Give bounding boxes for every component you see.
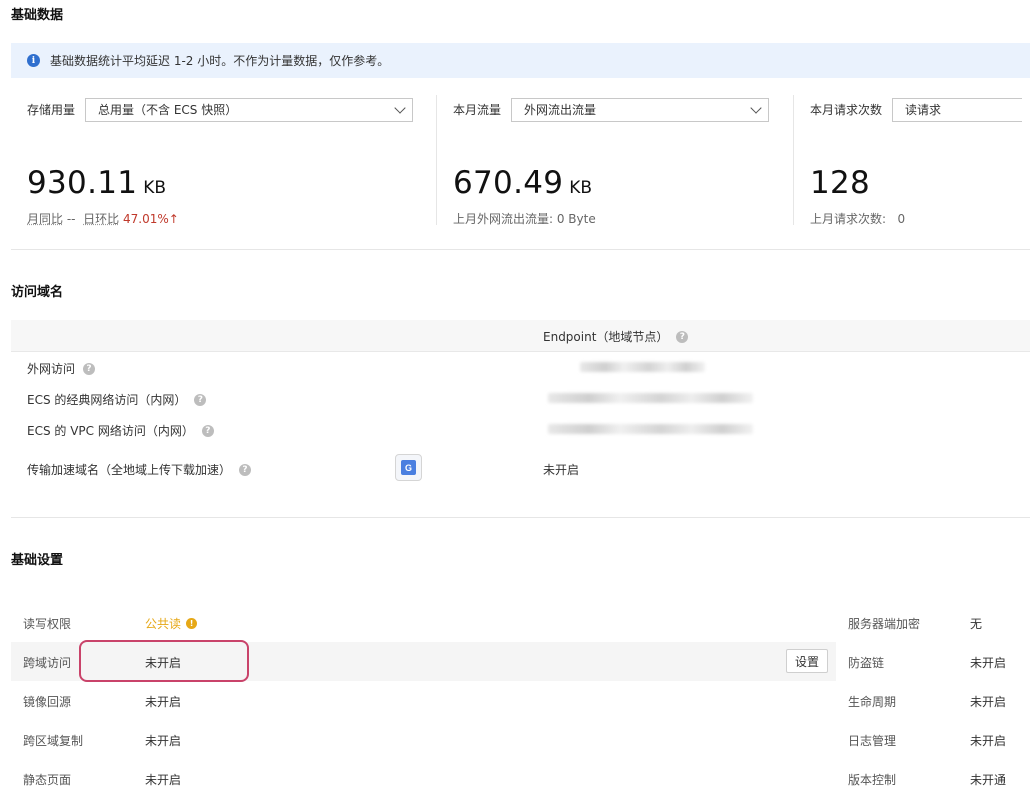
storage-type-select-value: 总用量（不含 ECS 快照） bbox=[98, 103, 238, 117]
traffic-type-select-value: 外网流出流量 bbox=[524, 103, 597, 117]
setting-row-read-write: 读写权限 公共读 ! 服务器端加密 无 bbox=[11, 603, 1030, 642]
metric-divider bbox=[436, 95, 437, 225]
metric-storage-label: 存储用量 bbox=[27, 103, 76, 117]
metric-requests-value: 128 bbox=[810, 165, 870, 201]
setting-label: 镜像回源 bbox=[23, 695, 72, 709]
month-over-month-label[interactable]: 月同比 bbox=[27, 212, 63, 226]
section-title-basic-settings: 基础设置 bbox=[11, 553, 64, 568]
setting-value: 未开启 bbox=[145, 773, 182, 787]
metric-traffic-last-month: 上月外网流出流量: 0 Byte bbox=[453, 212, 596, 226]
endpoint-table-header: Endpoint（地域节点） ? bbox=[11, 320, 1030, 352]
storage-type-select[interactable]: 总用量（不含 ECS 快照） bbox=[85, 97, 414, 122]
metric-traffic: 本月流量 外网流出流量 670.49 KB 上月外网流出流量: 0 Byte bbox=[453, 95, 783, 226]
setting-label: 服务器端加密 bbox=[848, 617, 921, 631]
requests-last-month-label: 上月请求次数: bbox=[810, 212, 887, 226]
traffic-type-select[interactable]: 外网流出流量 bbox=[511, 97, 770, 122]
day-over-day-value: 47.01% bbox=[123, 212, 169, 226]
setting-label: 读写权限 bbox=[23, 617, 72, 631]
setting-label: 跨区域复制 bbox=[23, 734, 84, 748]
endpoint-row-classic: ECS 的经典网络访问（内网） ? bbox=[27, 391, 207, 408]
section-divider bbox=[11, 249, 1030, 250]
setting-label: 跨域访问 bbox=[23, 656, 72, 670]
metric-storage-compare: 月同比 -- 日环比 47.01%↑ bbox=[27, 210, 179, 227]
section-title-access-domain: 访问域名 bbox=[11, 285, 64, 300]
warning-icon: ! bbox=[186, 618, 198, 629]
traffic-value-unit: KB bbox=[569, 178, 593, 198]
help-icon[interactable]: ? bbox=[83, 362, 96, 375]
endpoint-value-redacted bbox=[580, 362, 705, 372]
setting-value: 无 bbox=[970, 617, 983, 631]
metric-requests-last-month: 上月请求次数: 0 bbox=[810, 210, 905, 227]
endpoint-value-redacted bbox=[548, 393, 753, 403]
info-text: 基础数据统计平均延迟 1-2 小时。不作为计量数据，仅作参考。 bbox=[50, 54, 390, 68]
metric-requests-label: 本月请求次数 bbox=[810, 103, 883, 117]
info-icon: i bbox=[27, 54, 40, 67]
endpoint-row-label: ECS 的 VPC 网络访问（内网） bbox=[27, 424, 194, 438]
endpoint-row-label: ECS 的经典网络访问（内网） bbox=[27, 393, 187, 407]
endpoint-row-label: 传输加速域名（全地域上传下载加速） bbox=[27, 463, 232, 477]
translate-button[interactable]: G bbox=[395, 454, 422, 481]
setting-value-text: 公共读 bbox=[145, 617, 182, 631]
acceleration-status: 未开启 bbox=[543, 463, 580, 477]
storage-value-unit: KB bbox=[143, 178, 167, 198]
cors-settings-button[interactable]: 设置 bbox=[786, 649, 828, 673]
request-type-select-value: 读请求 bbox=[905, 103, 942, 117]
setting-value: 未开启 bbox=[970, 695, 1007, 709]
metric-requests: 本月请求次数 读请求 128 上月请求次数: 0 bbox=[810, 95, 1030, 227]
setting-row-replication: 跨区域复制 未开启 日志管理 未开启 bbox=[11, 720, 1030, 759]
setting-label: 版本控制 bbox=[848, 773, 897, 787]
help-icon[interactable]: ? bbox=[239, 463, 252, 476]
setting-value-acl: 公共读 ! bbox=[145, 615, 198, 632]
highlight-annotation bbox=[79, 640, 249, 682]
setting-value: 未开启 bbox=[145, 734, 182, 748]
translate-icon: G bbox=[401, 460, 416, 475]
endpoint-header-text: Endpoint（地域节点） bbox=[543, 330, 669, 344]
endpoint-column-header: Endpoint（地域节点） ? bbox=[543, 328, 689, 345]
metric-storage: 存储用量 总用量（不含 ECS 快照） 930.11 KB 月同比 -- 日环比 … bbox=[27, 95, 421, 227]
month-over-month-value: -- bbox=[66, 212, 76, 226]
request-type-select[interactable]: 读请求 bbox=[892, 97, 1023, 122]
help-icon[interactable]: ? bbox=[194, 393, 207, 406]
day-over-day-label[interactable]: 日环比 bbox=[83, 212, 119, 226]
endpoint-row-label: 外网访问 bbox=[27, 362, 76, 376]
endpoint-row-acceleration: 传输加速域名（全地域上传下载加速） ? bbox=[27, 461, 252, 478]
requests-value-number: 128 bbox=[810, 165, 871, 201]
requests-last-month-value: 0 bbox=[897, 212, 906, 226]
help-icon[interactable]: ? bbox=[201, 424, 214, 437]
endpoint-row-public: 外网访问 ? bbox=[27, 360, 96, 377]
setting-value: 未开启 bbox=[970, 656, 1007, 670]
traffic-value-number: 670.49 bbox=[453, 165, 564, 201]
arrow-up-icon: ↑ bbox=[168, 212, 179, 226]
chevron-down-icon bbox=[750, 101, 762, 114]
info-banner: i 基础数据统计平均延迟 1-2 小时。不作为计量数据，仅作参考。 bbox=[11, 43, 1030, 78]
storage-value-number: 930.11 bbox=[27, 165, 138, 201]
section-divider bbox=[11, 517, 1030, 518]
metric-storage-value: 930.11 KB bbox=[27, 165, 166, 201]
section-title-basic-data: 基础数据 bbox=[11, 8, 64, 23]
metric-traffic-label: 本月流量 bbox=[453, 103, 502, 117]
setting-label: 静态页面 bbox=[23, 773, 72, 787]
setting-label: 防盗链 bbox=[848, 656, 885, 670]
endpoint-value-redacted bbox=[548, 424, 753, 434]
setting-label: 生命周期 bbox=[848, 695, 897, 709]
endpoint-row-vpc: ECS 的 VPC 网络访问（内网） ? bbox=[27, 422, 214, 439]
setting-label: 日志管理 bbox=[848, 734, 897, 748]
setting-value: 未开通 bbox=[970, 773, 1007, 787]
metric-divider bbox=[793, 95, 794, 225]
setting-value: 未开启 bbox=[145, 695, 182, 709]
setting-value: 未开启 bbox=[970, 734, 1007, 748]
help-icon[interactable]: ? bbox=[676, 330, 689, 343]
setting-row-static-page: 静态页面 未开启 版本控制 未开通 bbox=[11, 759, 1030, 798]
metric-traffic-value: 670.49 KB bbox=[453, 165, 592, 201]
setting-row-mirror: 镜像回源 未开启 生命周期 未开启 bbox=[11, 681, 1030, 720]
chevron-down-icon bbox=[394, 101, 406, 114]
